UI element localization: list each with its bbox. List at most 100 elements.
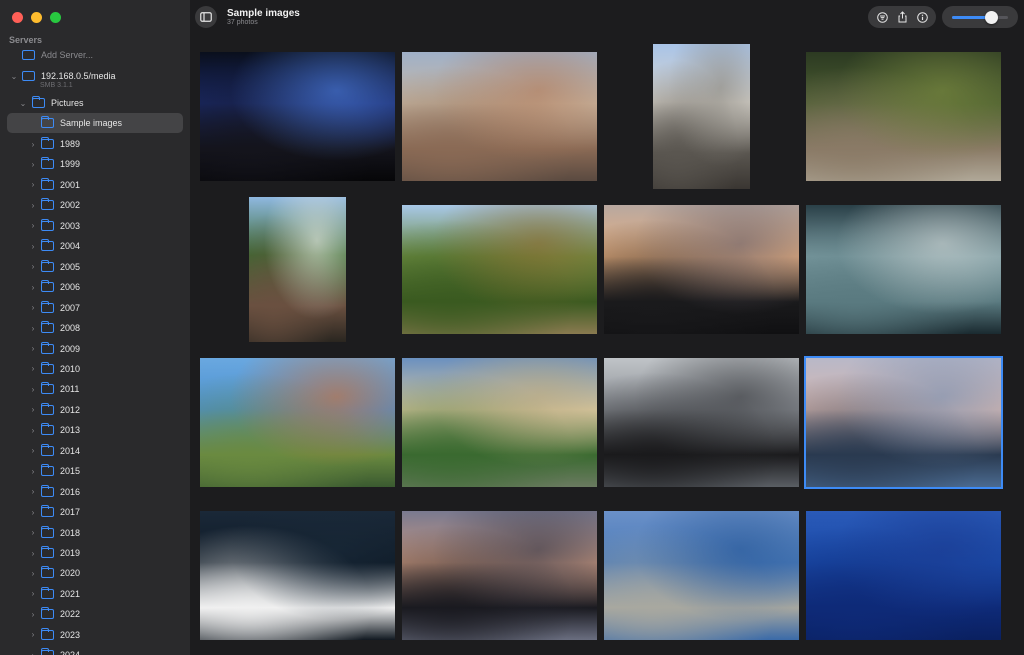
- minimize-button[interactable]: [31, 12, 42, 23]
- folder-item-2015[interactable]: › 2015: [0, 461, 190, 481]
- chevron-right-icon[interactable]: ›: [28, 201, 38, 210]
- share-icon[interactable]: [897, 11, 908, 23]
- folder-item-2014[interactable]: › 2014: [0, 441, 190, 461]
- zoom-window-button[interactable]: [50, 12, 61, 23]
- folder-item-1989[interactable]: › 1989: [0, 134, 190, 154]
- chevron-down-icon[interactable]: ⌄: [18, 99, 28, 108]
- chevron-right-icon[interactable]: ›: [28, 283, 38, 292]
- folder-item-sample-images[interactable]: Sample images: [0, 113, 190, 133]
- photo-cell[interactable]: [604, 44, 799, 189]
- chevron-right-icon[interactable]: ›: [28, 324, 38, 333]
- zoom-thumb[interactable]: [985, 11, 999, 24]
- close-button[interactable]: [12, 12, 23, 23]
- folder-item-2007[interactable]: › 2007: [0, 298, 190, 318]
- photo-cell[interactable]: [604, 350, 799, 495]
- folder-item-2004[interactable]: › 2004: [0, 236, 190, 256]
- folder-item-2008[interactable]: › 2008: [0, 318, 190, 338]
- chevron-right-icon[interactable]: ›: [28, 221, 38, 230]
- photo-harbor-ring[interactable]: [604, 511, 799, 640]
- folder-item-2020[interactable]: › 2020: [0, 563, 190, 583]
- chevron-right-icon[interactable]: ›: [28, 589, 38, 598]
- chevron-right-icon[interactable]: ›: [28, 180, 38, 189]
- chevron-right-icon[interactable]: ›: [28, 303, 38, 312]
- chevron-right-icon[interactable]: ›: [28, 426, 38, 435]
- photo-cell[interactable]: [804, 350, 1003, 495]
- photo-pine-trees[interactable]: [402, 205, 597, 334]
- info-icon[interactable]: [916, 11, 928, 23]
- folder-item-1999[interactable]: › 1999: [0, 154, 190, 174]
- photo-cell[interactable]: [402, 44, 597, 189]
- folder-item-2019[interactable]: › 2019: [0, 543, 190, 563]
- add-server-item[interactable]: Add Server...: [0, 45, 190, 65]
- photo-cell[interactable]: [402, 503, 597, 648]
- folder-item-2012[interactable]: › 2012: [0, 400, 190, 420]
- folder-item-2016[interactable]: › 2016: [0, 482, 190, 502]
- chevron-down-icon[interactable]: ⌄: [9, 72, 19, 81]
- chevron-right-icon[interactable]: ›: [28, 364, 38, 373]
- chevron-right-icon[interactable]: ›: [28, 344, 38, 353]
- folder-item-pictures[interactable]: ⌄ Pictures: [0, 93, 190, 113]
- photo-palm-sunset[interactable]: [604, 205, 799, 334]
- folder-item-2024[interactable]: › 2024: [0, 645, 190, 655]
- chevron-right-icon[interactable]: ›: [28, 405, 38, 414]
- photo-cell[interactable]: [402, 350, 597, 495]
- folder-item-2009[interactable]: › 2009: [0, 339, 190, 359]
- folder-item-2010[interactable]: › 2010: [0, 359, 190, 379]
- photo-lake-silhouettes[interactable]: [604, 358, 799, 487]
- chevron-right-icon[interactable]: ›: [28, 630, 38, 639]
- folder-item-2013[interactable]: › 2013: [0, 420, 190, 440]
- folder-item-2011[interactable]: › 2011: [0, 379, 190, 399]
- photo-cell[interactable]: [806, 44, 1001, 189]
- photo-fish-market[interactable]: [806, 205, 1001, 334]
- photo-cell[interactable]: [200, 350, 395, 495]
- photo-cell[interactable]: [200, 197, 395, 342]
- folder-item-2002[interactable]: › 2002: [0, 195, 190, 215]
- folder-item-2003[interactable]: › 2003: [0, 216, 190, 236]
- photo-building-dusk[interactable]: [402, 511, 597, 640]
- photo-pier-dusk[interactable]: [804, 356, 1003, 489]
- photo-white-swan[interactable]: [200, 511, 395, 640]
- chevron-right-icon[interactable]: ›: [28, 651, 38, 655]
- chevron-right-icon[interactable]: ›: [28, 160, 38, 169]
- zoom-slider[interactable]: [942, 6, 1018, 28]
- folder-item-2005[interactable]: › 2005: [0, 257, 190, 277]
- photo-night-sky-horizon[interactable]: [200, 52, 395, 181]
- folder-item-2006[interactable]: › 2006: [0, 277, 190, 297]
- folder-item-2018[interactable]: › 2018: [0, 523, 190, 543]
- photo-peacock[interactable]: [806, 52, 1001, 181]
- folder-item-2017[interactable]: › 2017: [0, 502, 190, 522]
- photo-palace-fountain[interactable]: [402, 358, 597, 487]
- chevron-right-icon[interactable]: ›: [28, 242, 38, 251]
- photo-cell[interactable]: [200, 44, 395, 189]
- chevron-right-icon[interactable]: ›: [28, 262, 38, 271]
- folder-item-2021[interactable]: › 2021: [0, 584, 190, 604]
- folder-item-2001[interactable]: › 2001: [0, 175, 190, 195]
- chevron-right-icon[interactable]: ›: [28, 385, 38, 394]
- filter-icon[interactable]: [876, 11, 888, 23]
- chevron-right-icon[interactable]: ›: [28, 610, 38, 619]
- chevron-right-icon[interactable]: ›: [28, 467, 38, 476]
- chevron-right-icon[interactable]: ›: [28, 528, 38, 537]
- photo-cell[interactable]: [806, 197, 1001, 342]
- server-item[interactable]: ⌄ 192.168.0.5/media: [0, 66, 190, 86]
- photo-city-rooftops[interactable]: [402, 52, 597, 181]
- photo-cell[interactable]: [604, 503, 799, 648]
- sidebar-toggle-button[interactable]: [195, 6, 217, 28]
- chevron-right-icon[interactable]: ›: [28, 569, 38, 578]
- photo-cell[interactable]: [402, 197, 597, 342]
- photo-blue-sea[interactable]: [806, 511, 1001, 640]
- chevron-right-icon[interactable]: ›: [28, 140, 38, 149]
- photo-garden-terrace[interactable]: [249, 197, 346, 342]
- chevron-right-icon[interactable]: ›: [28, 508, 38, 517]
- chevron-right-icon[interactable]: ›: [28, 487, 38, 496]
- folder-item-2023[interactable]: › 2023: [0, 625, 190, 645]
- chevron-right-icon[interactable]: ›: [28, 446, 38, 455]
- zoom-track[interactable]: [952, 16, 1008, 19]
- folder-item-2022[interactable]: › 2022: [0, 604, 190, 624]
- photo-coastal-cliffs[interactable]: [200, 358, 395, 487]
- photo-narrow-street[interactable]: [653, 44, 750, 189]
- photo-cell[interactable]: [806, 503, 1001, 648]
- chevron-right-icon[interactable]: ›: [28, 549, 38, 558]
- photo-cell[interactable]: [200, 503, 395, 648]
- photo-cell[interactable]: [604, 197, 799, 342]
